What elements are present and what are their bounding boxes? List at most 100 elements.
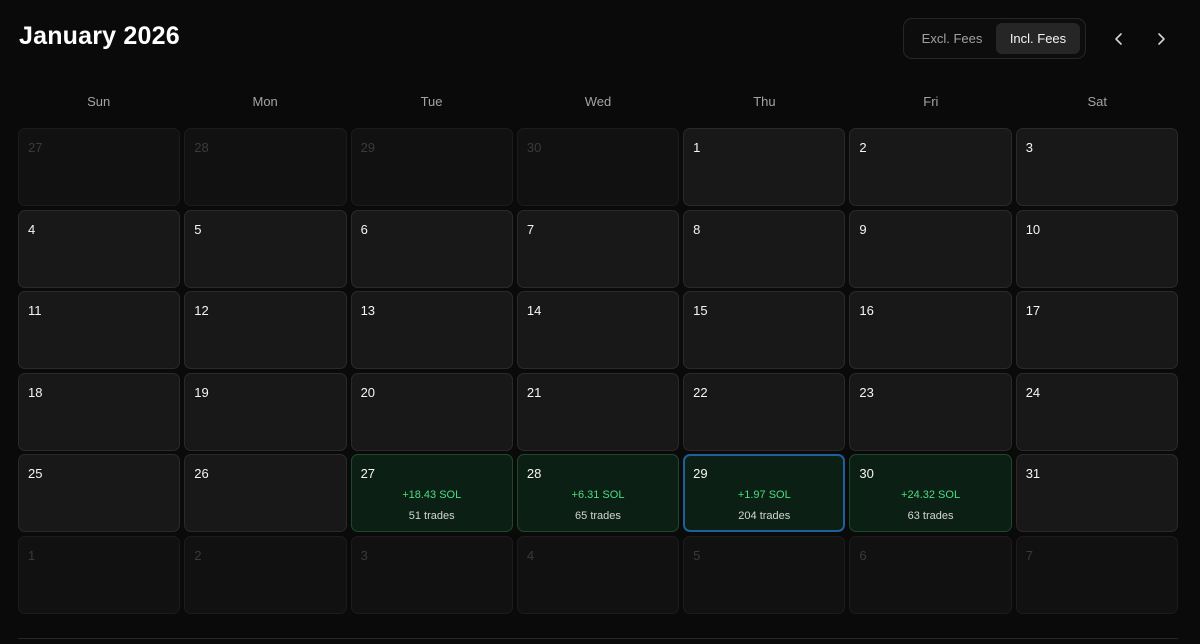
day-trade-count: 65 trades <box>575 510 621 523</box>
day-number: 4 <box>28 221 36 237</box>
day-cell-outside-month[interactable]: 1 <box>18 535 181 614</box>
day-cell-today[interactable]: 29 +1.97 SOL 204 trades <box>683 454 846 533</box>
weekday-sun: Sun <box>87 94 111 109</box>
day-trade-count: 51 trades <box>408 510 455 523</box>
day-cell[interactable]: 19 <box>184 372 347 451</box>
day-cell[interactable]: 5 <box>184 209 347 288</box>
day-cell-outside-month[interactable]: 5 <box>683 535 846 614</box>
day-cell[interactable]: 25 <box>18 454 181 533</box>
day-number: 2 <box>194 547 202 563</box>
day-number: 11 <box>28 303 42 319</box>
day-cell[interactable]: 31 <box>1015 454 1178 533</box>
day-cell[interactable]: 20 <box>350 372 513 451</box>
day-number: 1 <box>28 547 36 563</box>
day-cell[interactable]: 6 <box>350 209 513 288</box>
day-number: 29 <box>693 466 708 482</box>
day-number: 10 <box>1025 221 1041 237</box>
day-cell[interactable]: 16 <box>849 291 1012 370</box>
day-cell[interactable]: 3 <box>1015 128 1178 206</box>
day-cell[interactable]: 4 <box>18 209 181 288</box>
calendar-header: January 2026 Excl. Fees Incl. Fees <box>0 0 1200 78</box>
day-number: 24 <box>1025 384 1041 400</box>
day-number: 21 <box>526 384 542 400</box>
calendar-grid: 27 28 29 30 1 2 3 4 5 6 7 8 9 10 11 12 13 14 15 16 17 18 19 20 2… <box>18 128 1178 614</box>
day-number: 18 <box>28 384 43 400</box>
day-number: 30 <box>859 466 874 482</box>
day-number: 7 <box>1025 547 1033 563</box>
excl-fees-button[interactable]: Excl. Fees <box>908 23 996 54</box>
weekday-sat: Sat <box>1087 94 1108 109</box>
day-cell-outside-month[interactable]: 29 <box>350 128 513 206</box>
day-number: 2 <box>859 140 867 155</box>
chevron-right-icon <box>1158 33 1165 45</box>
day-number: 13 <box>360 303 376 319</box>
day-cell[interactable]: 13 <box>350 291 513 370</box>
day-cell[interactable]: 26 <box>184 454 347 533</box>
day-number: 25 <box>28 466 43 482</box>
day-number: 4 <box>526 547 535 563</box>
day-cell-outside-month[interactable]: 4 <box>516 535 680 614</box>
day-cell-outside-month[interactable]: 28 <box>184 128 347 206</box>
day-cell[interactable]: 23 <box>849 372 1012 451</box>
day-number: 27 <box>28 140 43 155</box>
incl-fees-button[interactable]: Incl. Fees <box>996 23 1080 54</box>
weekday-header-row: Sun Mon Tue Wed Thu Fri Sat <box>18 94 1178 114</box>
day-pnl: +6.31 SOL <box>571 489 625 502</box>
day-number: 3 <box>360 547 368 563</box>
day-cell[interactable]: 1 <box>683 128 846 206</box>
day-number: 30 <box>526 140 542 155</box>
day-cell-outside-month[interactable]: 2 <box>184 535 347 614</box>
day-cell[interactable]: 9 <box>849 209 1012 288</box>
day-number: 5 <box>194 221 202 237</box>
day-number: 19 <box>194 384 209 400</box>
day-cell[interactable]: 22 <box>683 372 846 451</box>
day-number: 12 <box>194 303 209 319</box>
day-number: 9 <box>859 221 867 237</box>
day-cell[interactable]: 21 <box>516 372 680 451</box>
day-number: 1 <box>693 140 701 155</box>
day-cell[interactable]: 17 <box>1015 291 1178 370</box>
day-cell[interactable]: 24 <box>1015 372 1178 451</box>
day-pnl: +18.43 SOL <box>402 489 462 502</box>
day-cell[interactable]: 8 <box>683 209 846 288</box>
day-cell[interactable]: 30 +24.32 SOL 63 trades <box>849 454 1012 533</box>
day-cell[interactable]: 12 <box>184 291 347 370</box>
day-number: 23 <box>859 384 874 400</box>
day-cell-outside-month[interactable]: 30 <box>516 128 680 206</box>
day-number: 15 <box>693 303 708 319</box>
day-pnl: +24.32 SOL <box>901 489 961 502</box>
previous-month-button[interactable] <box>1104 24 1134 54</box>
day-cell[interactable]: 18 <box>18 372 181 451</box>
next-month-button[interactable] <box>1146 24 1176 54</box>
day-cell[interactable]: 10 <box>1015 209 1178 288</box>
weekday-fri: Fri <box>923 94 939 109</box>
day-number: 28 <box>526 466 542 482</box>
day-trade-count: 204 trades <box>738 510 791 523</box>
day-cell[interactable]: 14 <box>516 291 680 370</box>
weekday-thu: Thu <box>753 94 776 109</box>
page-title: January 2026 <box>19 22 180 50</box>
day-number: 7 <box>526 221 535 237</box>
divider <box>18 638 1178 639</box>
day-cell-outside-month[interactable]: 3 <box>350 535 513 614</box>
day-cell-outside-month[interactable]: 7 <box>1015 535 1178 614</box>
day-number: 8 <box>693 221 701 237</box>
day-number: 26 <box>194 466 209 482</box>
day-cell[interactable]: 15 <box>683 291 846 370</box>
day-cell[interactable]: 27 +18.43 SOL 51 trades <box>350 454 513 533</box>
day-cell[interactable]: 11 <box>18 291 181 370</box>
day-number: 31 <box>1025 466 1041 482</box>
day-number: 14 <box>526 303 542 319</box>
day-number: 20 <box>360 384 376 400</box>
day-pnl: +1.97 SOL <box>737 489 791 502</box>
day-cell[interactable]: 7 <box>516 209 680 288</box>
day-trade-count: 63 trades <box>907 510 954 523</box>
day-number: 17 <box>1025 303 1041 319</box>
day-cell[interactable]: 28 +6.31 SOL 65 trades <box>516 454 680 533</box>
day-number: 28 <box>194 140 209 155</box>
fee-toggle: Excl. Fees Incl. Fees <box>903 18 1086 59</box>
day-cell-outside-month[interactable]: 6 <box>849 535 1012 614</box>
day-cell-outside-month[interactable]: 27 <box>18 128 181 206</box>
day-cell[interactable]: 2 <box>849 128 1012 206</box>
day-number: 6 <box>859 547 867 563</box>
